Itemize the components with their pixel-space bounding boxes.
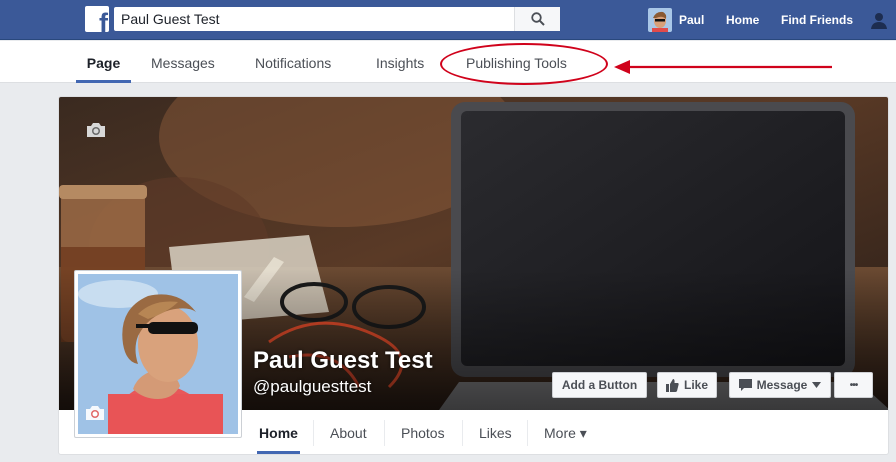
- search-input[interactable]: [114, 7, 512, 31]
- tab-messages[interactable]: Messages: [151, 41, 215, 83]
- tab-insights[interactable]: Insights: [376, 41, 424, 83]
- add-a-button-button[interactable]: Add a Button: [552, 372, 647, 398]
- home-link-wrap: Home: [726, 0, 759, 40]
- search-box: [114, 7, 560, 31]
- tab-divider: [384, 420, 385, 446]
- page-username[interactable]: @paulguesttest: [253, 377, 371, 397]
- tab-photos[interactable]: Photos: [401, 413, 445, 454]
- tab-more[interactable]: More ▾: [544, 413, 587, 454]
- like-button[interactable]: Like: [657, 372, 717, 398]
- tab-publishing-tools[interactable]: Publishing Tools: [466, 41, 567, 83]
- tab-page[interactable]: Page: [76, 41, 131, 83]
- user-name-link[interactable]: Paul: [679, 13, 704, 27]
- message-label: Message: [756, 378, 808, 392]
- message-button[interactable]: Message: [729, 372, 831, 398]
- facebook-logo-icon[interactable]: f: [85, 6, 109, 32]
- tab-divider: [313, 420, 314, 446]
- tab-likes[interactable]: Likes: [479, 413, 512, 454]
- chevron-down-icon: [812, 382, 822, 388]
- annotation-arrow-icon: [614, 60, 832, 74]
- tab-about[interactable]: About: [330, 413, 367, 454]
- friend-requests-icon[interactable]: [869, 10, 889, 30]
- avatar: [648, 8, 672, 32]
- search-button[interactable]: [514, 7, 560, 31]
- more-options-label: •••: [849, 379, 858, 391]
- profile-camera-icon[interactable]: [84, 404, 106, 422]
- tab-home[interactable]: Home: [257, 413, 300, 454]
- profile-link[interactable]: Paul: [648, 0, 704, 40]
- find-friends-wrap: Find Friends: [781, 0, 853, 40]
- find-friends-link[interactable]: Find Friends: [781, 13, 853, 27]
- tab-notifications[interactable]: Notifications: [255, 41, 331, 83]
- more-options-button[interactable]: •••: [834, 372, 873, 398]
- like-label: Like: [683, 378, 708, 392]
- page-title: Paul Guest Test: [253, 347, 433, 374]
- search-icon: [530, 12, 545, 26]
- tab-divider: [462, 420, 463, 446]
- thumbs-up-icon: [665, 378, 679, 392]
- tab-divider: [527, 420, 528, 446]
- top-navigation-bar: f Paul Home Find Friends: [0, 0, 896, 40]
- home-link[interactable]: Home: [726, 13, 759, 27]
- add-a-button-label: Add a Button: [561, 378, 638, 392]
- message-icon: [738, 379, 752, 391]
- camera-icon[interactable]: [85, 121, 107, 139]
